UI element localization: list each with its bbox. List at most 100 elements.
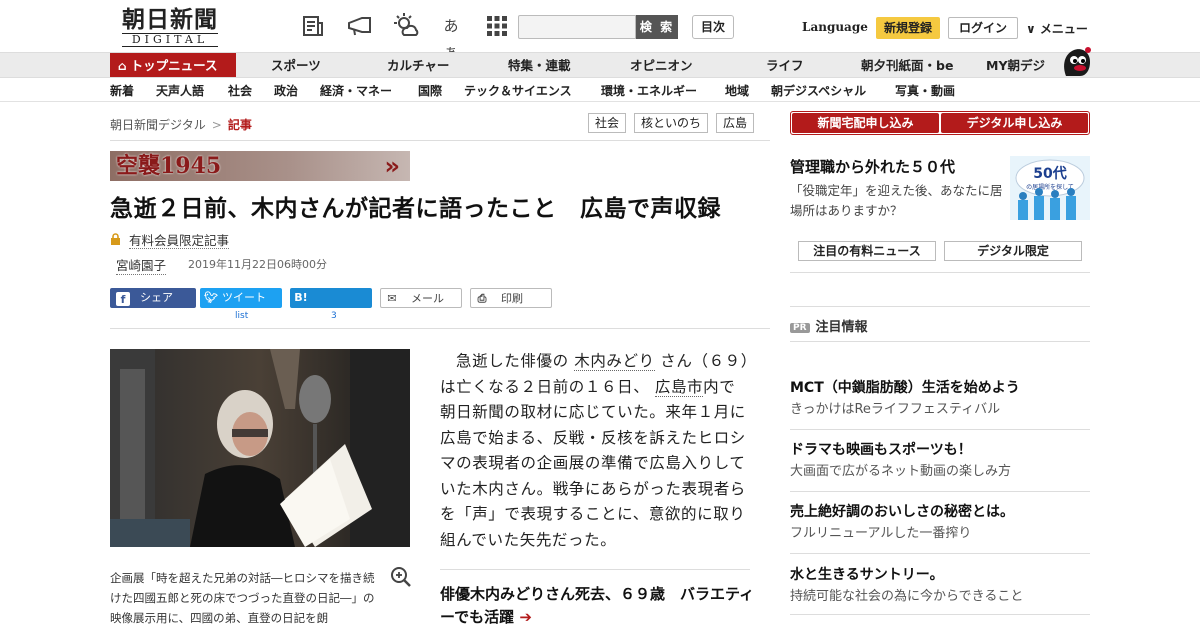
logo-english: DIGITAL bbox=[122, 33, 218, 47]
body-text: 急逝した俳優の bbox=[456, 352, 569, 370]
share-label: ブックマーク bbox=[290, 311, 356, 324]
promo-image-title: 50代 bbox=[1033, 165, 1066, 182]
nav-item-top-news[interactable]: ⌂ トップニュース bbox=[110, 53, 236, 77]
lock-icon bbox=[110, 233, 125, 248]
divider bbox=[440, 569, 750, 570]
pr-item[interactable]: 売上絶好調のおいしさの秘密とは。 フルリニューアルした一番搾り bbox=[790, 502, 1090, 544]
login-button[interactable]: ログイン bbox=[948, 17, 1018, 39]
nav-item-opinion[interactable]: オピニオン bbox=[630, 53, 693, 77]
publish-date: 2019年11月22日06時00分 bbox=[188, 258, 327, 271]
nav2-item-tenseijingo[interactable]: 天声人語 bbox=[156, 82, 204, 99]
twitter-share-button[interactable]: 🐦︎ ツイート bbox=[200, 288, 282, 308]
zoom-icon[interactable] bbox=[390, 566, 412, 588]
tag-hiroshima[interactable]: 広島 bbox=[716, 113, 755, 133]
pr-section-title: PR 注目情報 bbox=[790, 316, 868, 335]
promo-image[interactable]: 50代 の居場所を探して bbox=[1010, 156, 1090, 220]
site-header: 朝日新聞 DIGITAL あぁ 検 索 目次 Language 新規登録 ログイ… bbox=[0, 0, 1200, 61]
nav-item-my[interactable]: MY朝デジ bbox=[986, 53, 1045, 77]
megaphone-icon[interactable] bbox=[346, 13, 372, 39]
logo-japanese: 朝日新聞 bbox=[122, 6, 218, 33]
nav2-item-photo[interactable]: 写真・動画 bbox=[895, 82, 955, 99]
pr-item-title: MCT（中鎖脂肪酸）生活を始めよう bbox=[790, 380, 1020, 396]
nav2-item-society[interactable]: 社会 bbox=[228, 82, 252, 99]
print-button[interactable]: ⎙ 印刷 bbox=[470, 288, 552, 308]
divider bbox=[790, 272, 1090, 273]
promo-description[interactable]: 「役職定年」を迎えた後、あなたに居場所はありますか？ bbox=[790, 181, 1006, 221]
related-article-link[interactable]: 俳優木内みどりさん死去、６９歳 バラエティーでも活躍 ➔ bbox=[440, 583, 760, 629]
nav2-item-politics[interactable]: 政治 bbox=[274, 82, 298, 99]
font-size-icon[interactable]: あぁ bbox=[438, 13, 464, 61]
divider bbox=[790, 341, 1090, 342]
pr-label: 注目情報 bbox=[815, 320, 868, 335]
nav-item-culture[interactable]: カルチャー bbox=[387, 53, 449, 77]
nav2-item-environment[interactable]: 環境・エネルギー bbox=[601, 82, 697, 99]
search-button[interactable]: 検 索 bbox=[636, 15, 678, 39]
share-label: メール bbox=[411, 292, 444, 305]
search-input[interactable] bbox=[518, 15, 636, 39]
promo-title[interactable]: 管理職から外れた５０代 bbox=[790, 156, 955, 177]
divider bbox=[790, 429, 1090, 430]
pr-item[interactable]: ドラマも映画もスポーツも！ 大画面で広がるネット動画の楽しみ方 bbox=[790, 440, 1090, 482]
hatena-count[interactable]: 3 bbox=[331, 311, 337, 321]
grid-menu-icon[interactable] bbox=[484, 13, 510, 39]
person-link[interactable]: 木内みどり bbox=[574, 352, 655, 371]
nav-item-paper[interactable]: 朝夕刊紙面・be bbox=[861, 53, 953, 77]
newspaper-icon[interactable] bbox=[300, 13, 326, 39]
pr-badge: PR bbox=[790, 323, 810, 333]
tab-paid-news[interactable]: 注目の有料ニュース bbox=[798, 241, 936, 261]
nav2-item-latest[interactable]: 新着 bbox=[110, 82, 134, 99]
nav2-item-international[interactable]: 国際 bbox=[418, 82, 442, 99]
mail-button[interactable]: ✉ メール bbox=[380, 288, 462, 308]
tag-society[interactable]: 社会 bbox=[588, 113, 627, 133]
divider bbox=[790, 553, 1090, 554]
nav2-item-economy[interactable]: 経済・マネー bbox=[320, 82, 392, 99]
sidebar-tabs: 注目の有料ニュース デジタル限定 bbox=[798, 241, 1082, 261]
divider bbox=[790, 614, 1090, 615]
article-photo[interactable] bbox=[110, 349, 410, 547]
language-link[interactable]: Language bbox=[802, 20, 868, 34]
pr-item[interactable]: 水と生きるサントリー。 持続可能な社会の為に今からできること bbox=[790, 565, 1090, 607]
breadcrumb-home[interactable]: 朝日新聞デジタル bbox=[110, 118, 206, 132]
weather-icon[interactable] bbox=[392, 13, 419, 39]
divider bbox=[790, 491, 1090, 492]
hatena-bookmark-button[interactable]: B! ブックマーク bbox=[290, 288, 372, 324]
article-title: 急逝２日前、木内さんが記者に語ったこと 広島で声収録 bbox=[110, 196, 721, 222]
nav2-item-special[interactable]: 朝デジスペシャル bbox=[771, 82, 866, 99]
author-link[interactable]: 宮崎園子 bbox=[116, 255, 167, 275]
pr-item-subtitle: 大画面で広がるネット動画の楽しみ方 bbox=[790, 464, 1012, 479]
nav2-item-tech[interactable]: テック＆サイエンス bbox=[464, 82, 572, 99]
register-button[interactable]: 新規登録 bbox=[876, 17, 940, 39]
pr-item[interactable]: MCT（中鎖脂肪酸）生活を始めよう きっかけはReライフフェスティバル bbox=[790, 378, 1090, 420]
nav-item-life[interactable]: ライフ bbox=[766, 53, 804, 77]
article-body: 急逝した俳優の 木内みどり さん（６９）は亡くなる２日前の１６日、 広島市内で朝… bbox=[440, 349, 750, 553]
newspaper-subscribe-button[interactable]: 新聞宅配申し込み bbox=[792, 113, 939, 133]
body-text: 内で朝日新聞の取材に応じていた。来年１月に広島で始まる、反戦・反核を訴えたヒロシ… bbox=[440, 377, 746, 549]
pr-item-title: ドラマも映画もスポーツも！ bbox=[790, 442, 972, 458]
breadcrumb-separator: > bbox=[211, 118, 222, 132]
twitter-count[interactable]: list bbox=[235, 311, 248, 321]
series-banner[interactable]: 空襲1945 » bbox=[110, 151, 410, 181]
printer-icon: ⎙ bbox=[477, 292, 487, 305]
banner-title: 空襲1945 bbox=[116, 153, 222, 179]
share-label: シェア bbox=[140, 291, 173, 304]
mascot-icon[interactable] bbox=[1058, 46, 1092, 78]
nav-label: トップニュース bbox=[130, 58, 218, 73]
nav-item-features[interactable]: 特集・連載 bbox=[508, 53, 571, 77]
pr-item-title: 水と生きるサントリー。 bbox=[790, 567, 944, 583]
breadcrumb: 朝日新聞デジタル > 記事 bbox=[110, 116, 252, 133]
digital-subscribe-button[interactable]: デジタル申し込み bbox=[941, 113, 1088, 133]
nav2-item-region[interactable]: 地域 bbox=[725, 82, 749, 99]
arrow-right-icon: ➔ bbox=[519, 608, 532, 626]
facebook-share-button[interactable]: f シェア bbox=[110, 288, 196, 308]
tab-digital-only[interactable]: デジタル限定 bbox=[944, 241, 1082, 261]
related-title: 俳優木内みどりさん死去、６９歳 バラエティーでも活躍 bbox=[440, 585, 755, 626]
menu-button[interactable]: ∨ メニュー bbox=[1026, 20, 1088, 37]
nav-item-sports[interactable]: スポーツ bbox=[271, 53, 321, 77]
paid-label-text[interactable]: 有料会員限定記事 bbox=[128, 233, 229, 249]
paid-article-label: 有料会員限定記事 bbox=[110, 230, 229, 249]
place-link[interactable]: 広島市 bbox=[654, 377, 704, 397]
tag-nuclear[interactable]: 核といのち bbox=[634, 113, 709, 133]
site-logo[interactable]: 朝日新聞 DIGITAL bbox=[114, 8, 226, 47]
share-label: 印刷 bbox=[501, 292, 523, 305]
contents-button[interactable]: 目次 bbox=[692, 15, 734, 39]
